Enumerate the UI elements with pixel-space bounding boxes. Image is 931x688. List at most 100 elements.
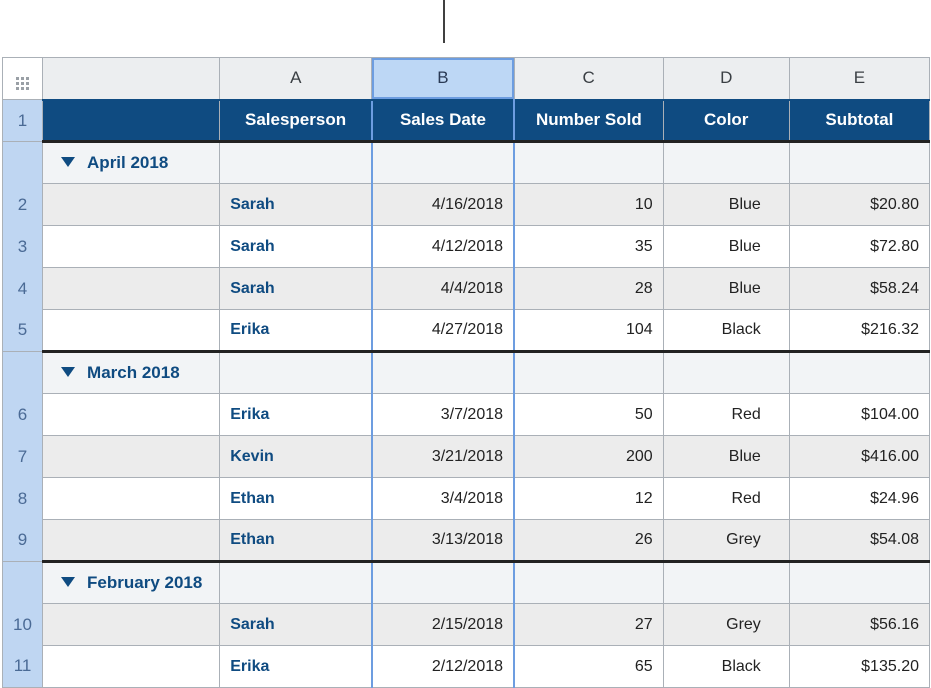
disclosure-triangle-icon[interactable] bbox=[61, 577, 75, 587]
cell-salesperson[interactable]: Ethan bbox=[220, 478, 372, 520]
column-header-a[interactable]: A bbox=[220, 58, 372, 100]
row-number-blank[interactable] bbox=[3, 352, 43, 394]
row-number[interactable]: 2 bbox=[3, 184, 43, 226]
cell-color[interactable]: Black bbox=[663, 646, 789, 688]
cell-subtotal[interactable]: $216.32 bbox=[789, 310, 929, 352]
cell-number-sold[interactable]: 10 bbox=[514, 184, 663, 226]
cell-color[interactable]: Red bbox=[663, 478, 789, 520]
column-header-c[interactable]: C bbox=[514, 58, 663, 100]
group-blank-cell[interactable] bbox=[372, 562, 514, 604]
group-label[interactable]: February 2018 bbox=[43, 562, 220, 604]
cell-sales-date[interactable]: 4/4/2018 bbox=[372, 268, 514, 310]
cell-subtotal[interactable]: $416.00 bbox=[789, 436, 929, 478]
cell-salesperson[interactable]: Erika bbox=[220, 646, 372, 688]
row-number-blank[interactable] bbox=[3, 142, 43, 184]
category-blank-cell[interactable] bbox=[43, 226, 220, 268]
group-blank-cell[interactable] bbox=[220, 562, 372, 604]
cell-salesperson[interactable]: Sarah bbox=[220, 604, 372, 646]
row-number[interactable]: 7 bbox=[3, 436, 43, 478]
category-blank-cell[interactable] bbox=[43, 604, 220, 646]
column-header-b[interactable]: B bbox=[372, 58, 514, 100]
group-blank-cell[interactable] bbox=[789, 352, 929, 394]
column-header-d[interactable]: D bbox=[663, 58, 789, 100]
group-blank-cell[interactable] bbox=[663, 352, 789, 394]
group-blank-cell[interactable] bbox=[514, 562, 663, 604]
cell-salesperson[interactable]: Erika bbox=[220, 394, 372, 436]
cell-subtotal[interactable]: $104.00 bbox=[789, 394, 929, 436]
disclosure-triangle-icon[interactable] bbox=[61, 157, 75, 167]
cell-number-sold[interactable]: 28 bbox=[514, 268, 663, 310]
cell-color[interactable]: Blue bbox=[663, 268, 789, 310]
cell-sales-date[interactable]: 4/16/2018 bbox=[372, 184, 514, 226]
cell-number-sold[interactable]: 50 bbox=[514, 394, 663, 436]
group-blank-cell[interactable] bbox=[663, 142, 789, 184]
group-blank-cell[interactable] bbox=[789, 562, 929, 604]
cell-color[interactable]: Blue bbox=[663, 226, 789, 268]
cell-salesperson[interactable]: Sarah bbox=[220, 268, 372, 310]
cell-subtotal[interactable]: $20.80 bbox=[789, 184, 929, 226]
cell-color[interactable]: Black bbox=[663, 310, 789, 352]
cell-sales-date[interactable]: 2/12/2018 bbox=[372, 646, 514, 688]
cell-color[interactable]: Grey bbox=[663, 520, 789, 562]
cell-salesperson[interactable]: Sarah bbox=[220, 226, 372, 268]
cell-number-sold[interactable]: 35 bbox=[514, 226, 663, 268]
cell-sales-date[interactable]: 2/15/2018 bbox=[372, 604, 514, 646]
cell-color[interactable]: Blue bbox=[663, 436, 789, 478]
group-blank-cell[interactable] bbox=[372, 352, 514, 394]
column-header-e[interactable]: E bbox=[789, 58, 929, 100]
cell-sales-date[interactable]: 3/13/2018 bbox=[372, 520, 514, 562]
cell-number-sold[interactable]: 27 bbox=[514, 604, 663, 646]
select-all-corner[interactable] bbox=[3, 58, 43, 100]
cell-subtotal[interactable]: $54.08 bbox=[789, 520, 929, 562]
cell-subtotal[interactable]: $56.16 bbox=[789, 604, 929, 646]
group-blank-cell[interactable] bbox=[789, 142, 929, 184]
cell-number-sold[interactable]: 104 bbox=[514, 310, 663, 352]
group-blank-cell[interactable] bbox=[220, 352, 372, 394]
row-number[interactable]: 3 bbox=[3, 226, 43, 268]
cell-number-sold[interactable]: 65 bbox=[514, 646, 663, 688]
cell-sales-date[interactable]: 3/21/2018 bbox=[372, 436, 514, 478]
row-number[interactable]: 8 bbox=[3, 478, 43, 520]
row-number[interactable]: 11 bbox=[3, 646, 43, 688]
cell-subtotal[interactable]: $72.80 bbox=[789, 226, 929, 268]
cell-sales-date[interactable]: 4/12/2018 bbox=[372, 226, 514, 268]
cell-color[interactable]: Grey bbox=[663, 604, 789, 646]
category-blank-cell[interactable] bbox=[43, 478, 220, 520]
cell-color[interactable]: Red bbox=[663, 394, 789, 436]
cell-salesperson[interactable]: Sarah bbox=[220, 184, 372, 226]
cell-subtotal[interactable]: $135.20 bbox=[789, 646, 929, 688]
disclosure-triangle-icon[interactable] bbox=[61, 367, 75, 377]
cell-sales-date[interactable]: 3/4/2018 bbox=[372, 478, 514, 520]
row-number[interactable]: 4 bbox=[3, 268, 43, 310]
row-number[interactable]: 1 bbox=[3, 100, 43, 142]
cell-salesperson[interactable]: Erika bbox=[220, 310, 372, 352]
group-blank-cell[interactable] bbox=[372, 142, 514, 184]
row-number[interactable]: 6 bbox=[3, 394, 43, 436]
cell-number-sold[interactable]: 12 bbox=[514, 478, 663, 520]
group-label[interactable]: March 2018 bbox=[43, 352, 220, 394]
category-blank-cell[interactable] bbox=[43, 310, 220, 352]
cell-subtotal[interactable]: $24.96 bbox=[789, 478, 929, 520]
row-number-blank[interactable] bbox=[3, 562, 43, 604]
column-header-category[interactable] bbox=[43, 58, 220, 100]
category-blank-cell[interactable] bbox=[43, 520, 220, 562]
category-blank-cell[interactable] bbox=[43, 184, 220, 226]
group-blank-cell[interactable] bbox=[514, 142, 663, 184]
group-blank-cell[interactable] bbox=[220, 142, 372, 184]
category-blank-cell[interactable] bbox=[43, 394, 220, 436]
cell-salesperson[interactable]: Kevin bbox=[220, 436, 372, 478]
cell-subtotal[interactable]: $58.24 bbox=[789, 268, 929, 310]
group-blank-cell[interactable] bbox=[663, 562, 789, 604]
row-number[interactable]: 5 bbox=[3, 310, 43, 352]
cell-sales-date[interactable]: 3/7/2018 bbox=[372, 394, 514, 436]
cell-number-sold[interactable]: 200 bbox=[514, 436, 663, 478]
category-blank-cell[interactable] bbox=[43, 436, 220, 478]
row-number[interactable]: 10 bbox=[3, 604, 43, 646]
category-blank-cell[interactable] bbox=[43, 646, 220, 688]
cell-salesperson[interactable]: Ethan bbox=[220, 520, 372, 562]
group-blank-cell[interactable] bbox=[514, 352, 663, 394]
category-blank-cell[interactable] bbox=[43, 268, 220, 310]
cell-color[interactable]: Blue bbox=[663, 184, 789, 226]
row-number[interactable]: 9 bbox=[3, 520, 43, 562]
cell-sales-date[interactable]: 4/27/2018 bbox=[372, 310, 514, 352]
